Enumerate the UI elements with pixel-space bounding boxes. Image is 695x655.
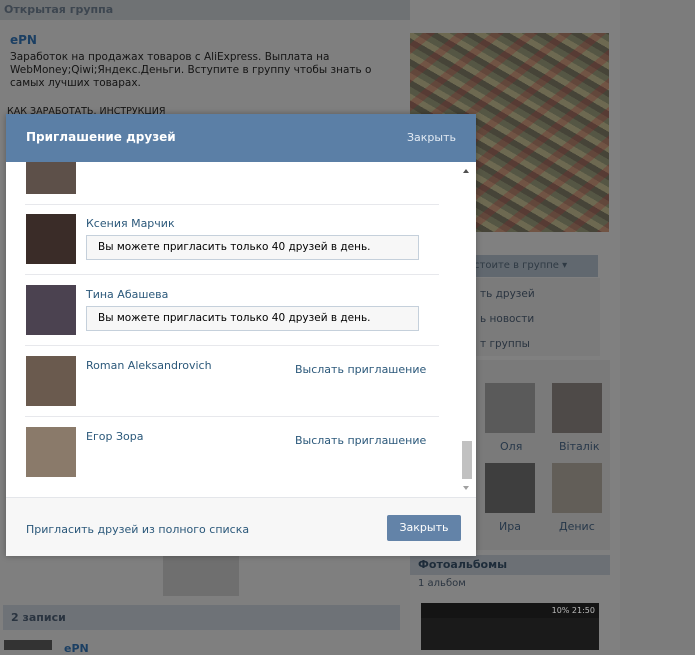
friend-avatar[interactable]: [26, 285, 76, 335]
dialog-footer: Пригласить друзей из полного списка Закр…: [6, 497, 476, 556]
scroll-down-arrow-icon[interactable]: [463, 486, 469, 490]
right-strip: [620, 0, 695, 650]
member-name[interactable]: Віталік: [559, 440, 599, 453]
friend-avatar[interactable]: [26, 214, 76, 264]
friend-avatar[interactable]: [26, 427, 76, 477]
member-name[interactable]: Денис: [559, 520, 595, 533]
list-item: [25, 162, 439, 205]
member-avatar[interactable]: [552, 383, 602, 433]
friend-avatar[interactable]: [26, 162, 76, 194]
member-avatar[interactable]: [552, 463, 602, 513]
dialog-title: Приглашение друзей: [26, 130, 176, 144]
friend-avatar[interactable]: [26, 356, 76, 406]
list-item: Егор Зора Выслать приглашение: [25, 417, 439, 487]
list-item: Roman Aleksandrovich Выслать приглашение: [25, 346, 439, 417]
friend-name[interactable]: Ксения Марчик: [86, 217, 175, 230]
post-author[interactable]: ePN: [64, 642, 89, 655]
friend-name[interactable]: Тина Абашева: [86, 288, 168, 301]
dialog-header: Приглашение друзей Закрыть: [6, 114, 476, 162]
send-invite-link[interactable]: Выслать приглашение: [295, 434, 426, 447]
menu-item-news[interactable]: ь новости: [480, 313, 534, 325]
posts-header: 2 записи: [3, 605, 400, 630]
group-name[interactable]: ePN: [10, 33, 37, 47]
album-status-bar: 10% 21:50: [421, 603, 599, 618]
post-thumbnail[interactable]: [163, 556, 239, 596]
member-name[interactable]: Ира: [499, 520, 521, 533]
list-item: Тина Абашева Вы можете пригласить только…: [25, 275, 439, 346]
albums-header[interactable]: Фотоальбомы: [410, 555, 610, 575]
member-name[interactable]: Оля: [500, 440, 522, 453]
invite-limit-notice: Вы можете пригласить только 40 друзей в …: [86, 306, 419, 331]
friend-name[interactable]: Егор Зора: [86, 430, 143, 443]
menu-item-leave-group[interactable]: т группы: [480, 338, 530, 350]
friends-list[interactable]: Ксения Марчик Вы можете пригласить тольк…: [6, 162, 476, 497]
member-avatar[interactable]: [485, 383, 535, 433]
list-scrollbar[interactable]: [461, 162, 473, 497]
scroll-up-arrow-icon[interactable]: [463, 169, 469, 173]
menu-item-invite-friends[interactable]: ть друзей: [480, 288, 535, 300]
invite-friends-dialog: Приглашение друзей Закрыть Ксения Марчик…: [6, 114, 476, 556]
close-button[interactable]: Закрыть: [387, 515, 461, 541]
group-description: Заработок на продажах товаров с AliExpre…: [10, 51, 372, 89]
send-invite-link[interactable]: Выслать приглашение: [295, 363, 426, 376]
invite-from-full-list-link[interactable]: Пригласить друзей из полного списка: [26, 523, 249, 536]
post-author-avatar[interactable]: [4, 640, 52, 650]
membership-button[interactable]: стоите в группе ▾: [464, 255, 598, 277]
member-avatar[interactable]: [485, 463, 535, 513]
friend-name[interactable]: Roman Aleksandrovich: [86, 359, 212, 372]
scroll-thumb[interactable]: [462, 441, 472, 479]
dialog-close-link[interactable]: Закрыть: [407, 131, 456, 144]
invite-limit-notice: Вы можете пригласить только 40 друзей в …: [86, 235, 419, 260]
group-type-header: Открытая группа: [0, 0, 410, 20]
albums-count[interactable]: 1 альбом: [418, 578, 466, 589]
list-item: Ксения Марчик Вы можете пригласить тольк…: [25, 204, 439, 275]
